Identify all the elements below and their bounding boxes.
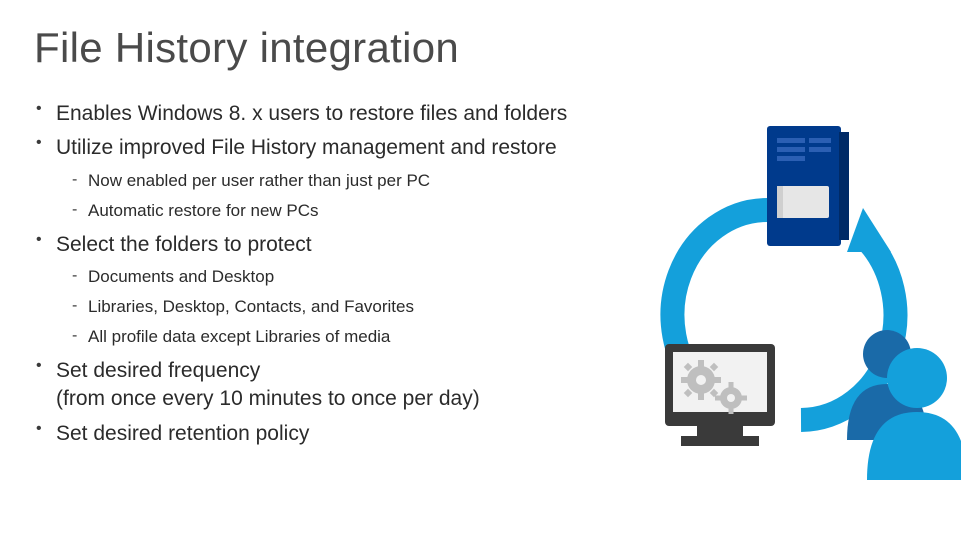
monitor-icon [665,344,775,446]
sub-list: Documents and Desktop Libraries, Desktop… [72,267,674,347]
bullet-text: Set desired frequency (from once every 1… [56,359,480,410]
slide-content: Enables Windows 8. x users to restore fi… [34,100,674,448]
sub-list-item: Automatic restore for new PCs [72,201,674,221]
server-icon [767,126,849,246]
bullet-text: Utilize improved File History management… [56,136,557,159]
bullet-list: Enables Windows 8. x users to restore fi… [34,100,674,448]
sync-illustration [651,120,961,480]
sub-list-item: Libraries, Desktop, Contacts, and Favori… [72,297,674,317]
users-icon [847,330,961,480]
list-item: Utilize improved File History management… [34,134,674,220]
sub-list-item: All profile data except Libraries of med… [72,327,674,347]
sub-list: Now enabled per user rather than just pe… [72,171,674,221]
sub-bullet-text: All profile data except Libraries of med… [88,327,390,346]
bullet-text: Select the folders to protect [56,233,312,256]
sub-bullet-text: Automatic restore for new PCs [88,201,319,220]
gear-icon [681,360,721,400]
list-item: Set desired frequency (from once every 1… [34,357,674,414]
slide: File History integration Enables Windows… [0,0,979,551]
slide-title: File History integration [34,24,945,72]
list-item: Select the folders to protect Documents … [34,231,674,347]
sync-illustration-svg [651,120,961,480]
list-item: Set desired retention policy [34,420,674,448]
sub-list-item: Now enabled per user rather than just pe… [72,171,674,191]
bullet-text: Enables Windows 8. x users to restore fi… [56,102,567,125]
sub-bullet-text: Now enabled per user rather than just pe… [88,171,430,190]
list-item: Enables Windows 8. x users to restore fi… [34,100,674,128]
sub-bullet-text: Documents and Desktop [88,267,274,286]
sub-list-item: Documents and Desktop [72,267,674,287]
sub-bullet-text: Libraries, Desktop, Contacts, and Favori… [88,297,414,316]
bullet-text: Set desired retention policy [56,422,309,445]
